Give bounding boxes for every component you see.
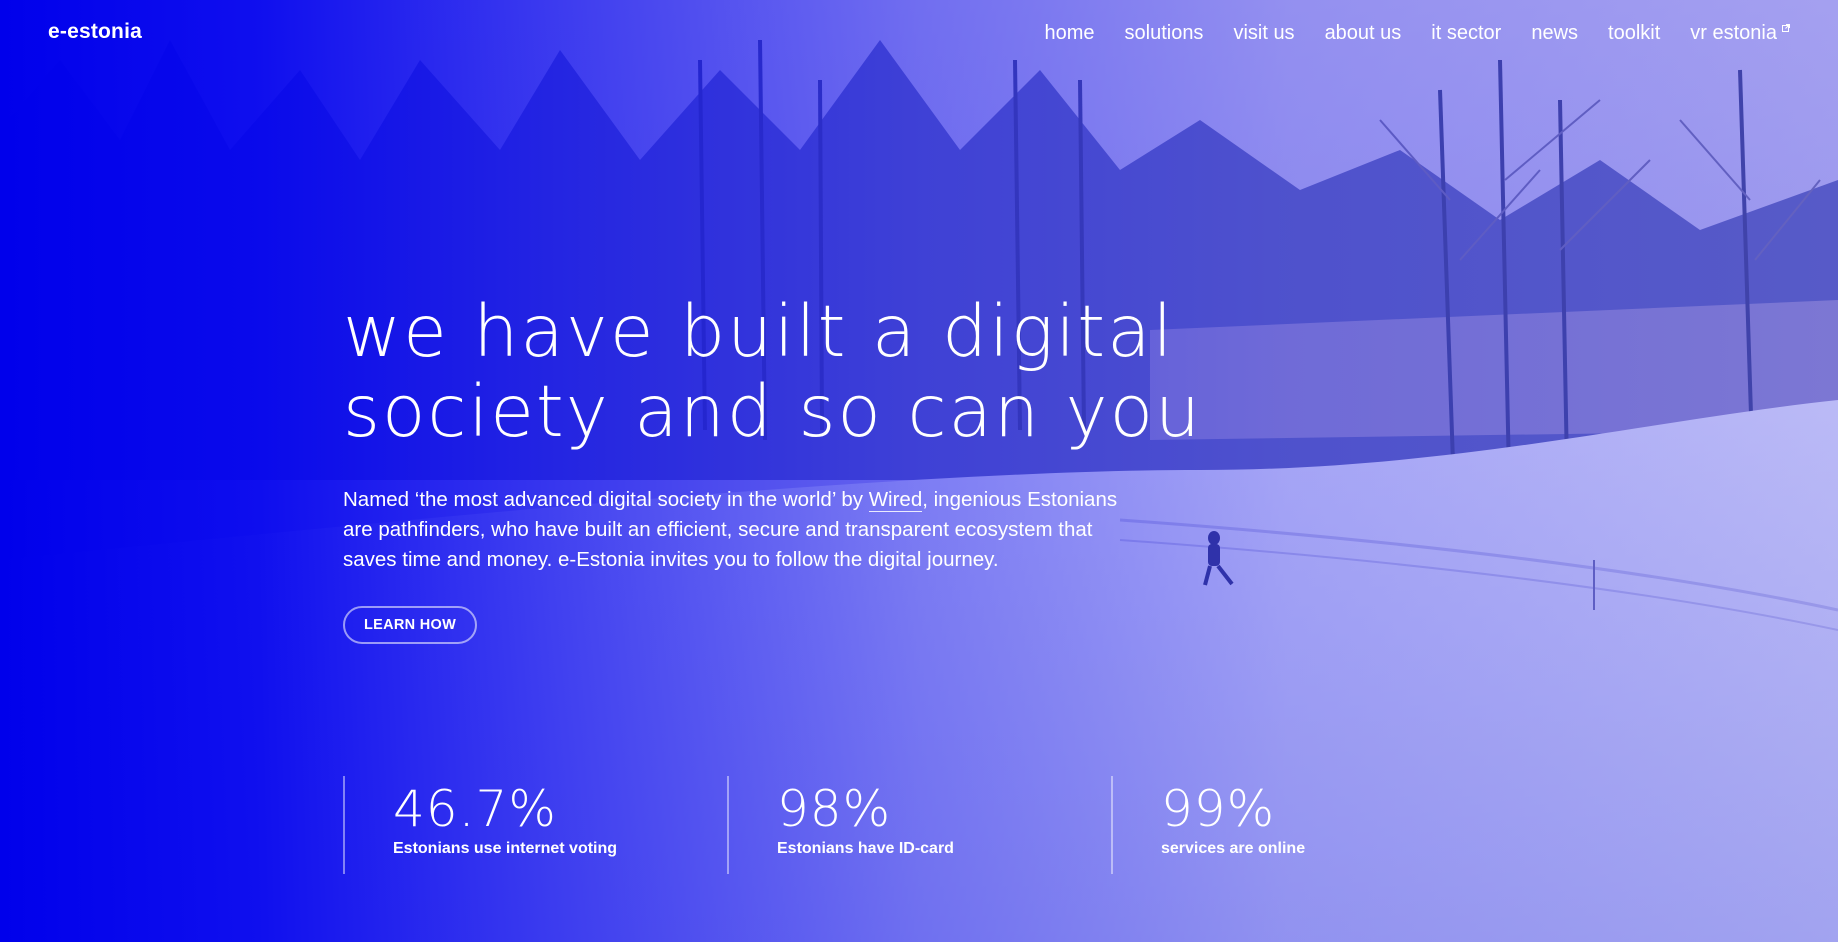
intro-text-start: Named ‘the most advanced digital society… [343, 488, 869, 511]
nav-item-label: about us [1324, 22, 1402, 44]
hero-intro: Named ‘the most advanced digital society… [343, 485, 1143, 575]
stat-label: Estonians have ID-card [777, 840, 954, 857]
nav-item-solutions[interactable]: solutions [1125, 22, 1204, 45]
nav-item-toolkit[interactable]: toolkit [1608, 22, 1660, 45]
headline-line-2: society and so can you [343, 370, 1203, 453]
hero-headline: we have built a digital society and so c… [343, 292, 1243, 452]
wired-link[interactable]: Wired [868, 488, 923, 512]
nav-item-about-us[interactable]: about us [1325, 22, 1402, 45]
nav-item-label: toolkit [1608, 22, 1661, 44]
nav-item-label: vr estonia [1690, 22, 1777, 44]
nav-item-it-sector[interactable]: it sector [1431, 22, 1501, 45]
nav-item-vr-estonia[interactable]: vr estonia [1690, 22, 1790, 45]
stat-label: Estonians use internet voting [393, 840, 618, 857]
nav-item-news[interactable]: news [1531, 22, 1578, 45]
learn-how-button[interactable]: LEARN HOW [343, 606, 478, 644]
nav-item-home[interactable]: home [1044, 22, 1094, 45]
stat-value: 46.7% [393, 780, 557, 838]
stat-label: services are online [1161, 840, 1306, 857]
stat-value: 98% [777, 780, 892, 838]
main-nav: home solutions visit us about us it sect… [1044, 22, 1790, 45]
logo[interactable]: e-estonia [48, 20, 142, 44]
nav-item-label: it sector [1431, 22, 1502, 44]
stat-services-online: 99% services are online [1111, 776, 1305, 874]
stat-id-card: 98% Estonians have ID-card [727, 776, 954, 874]
external-link-icon [1782, 24, 1790, 32]
nav-item-label: visit us [1233, 22, 1295, 44]
nav-item-label: home [1044, 22, 1095, 44]
stat-value: 99% [1161, 780, 1276, 838]
hero-section: e-estonia home solutions visit us about … [0, 0, 1838, 942]
nav-item-label: news [1531, 22, 1579, 44]
stat-internet-voting: 46.7% Estonians use internet voting [343, 776, 617, 874]
nav-item-visit-us[interactable]: visit us [1233, 22, 1294, 45]
headline-line-1: we have built a digital [343, 290, 1175, 373]
nav-item-label: solutions [1124, 22, 1204, 44]
